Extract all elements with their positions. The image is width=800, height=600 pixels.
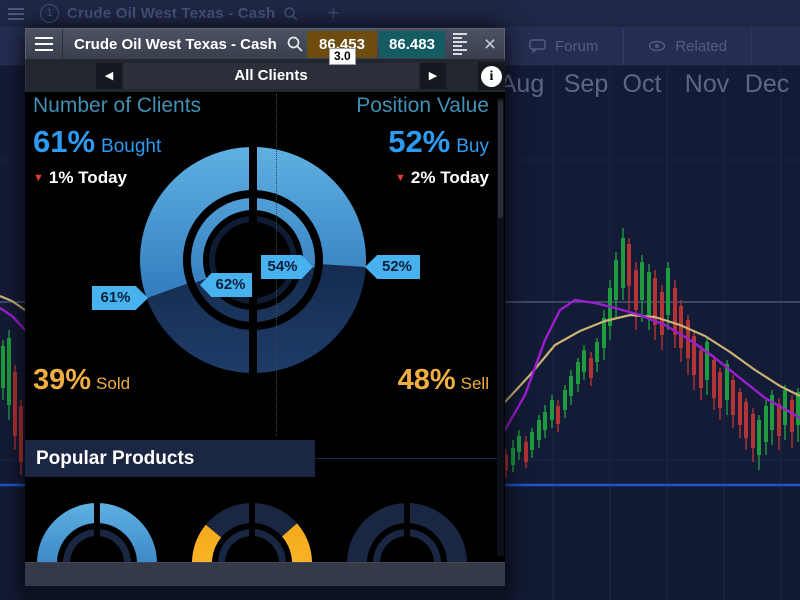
bought-change: ▼ 1% Today [33,168,127,188]
bought-label: Bought [101,136,161,157]
sentiment-donut-chart [25,92,505,562]
speech-bubble-icon [529,39,546,53]
sell-label: Sell [461,374,489,393]
workspace-tab[interactable]: 1 Crude Oil West Texas - Cash [40,4,299,23]
buy-stat: 52% Buy [388,124,489,160]
bought-change-text: 1% Today [49,168,127,187]
down-triangle-icon: ▼ [33,172,44,184]
down-triangle-icon: ▼ [395,172,406,184]
month-label: Nov [685,70,729,99]
client-sentiment-window: Crude Oil West Texas - Cash 86.453 86.48… [25,28,505,600]
sentiment-panel: Number of Clients Position Value 61% Boug… [25,92,505,562]
sold-pct: 39% [33,364,91,396]
buy-change: ▼ 2% Today [395,168,489,188]
eye-icon [648,40,666,52]
window-header[interactable]: Crude Oil West Texas - Cash 86.453 86.48… [25,28,505,60]
scrollbar-thumb[interactable] [498,100,503,218]
workspace-tab-bar: 1 Crude Oil West Texas - Cash + [0,0,800,28]
prev-filter-button[interactable]: ◀ [96,63,122,89]
instrument-title: Crude Oil West Texas - Cash [74,36,277,53]
window-resize-bar[interactable] [25,562,505,586]
trading-platform-screen: 1 Crude Oil West Texas - Cash + Forum Re… [0,0,800,600]
bought-stat: 61% Bought [33,124,161,160]
spread-badge: 3.0 [329,48,356,65]
scrollbar[interactable] [497,98,504,556]
popular-products-header: Popular Products [25,440,315,477]
client-filter-bar: ◀ All Clients ▶ i [25,60,505,92]
buy-change-text: 2% Today [411,168,489,187]
related-tab[interactable]: Related [623,27,752,65]
right-section-heading: Position Value [356,94,489,118]
info-button[interactable]: i [478,62,505,90]
forum-label: Forum [555,38,598,55]
month-label: Dec [745,70,789,99]
sold-label: Sold [96,374,130,393]
close-icon[interactable]: × [477,29,503,61]
section-divider-line [315,458,498,459]
new-tab-button[interactable]: + [327,3,339,24]
info-icon: i [481,66,502,87]
month-label: Oct [623,70,662,99]
bought-pct: 61% [33,124,95,159]
sell-pct: 48% [398,364,456,396]
app-menu-icon[interactable] [8,8,24,20]
depth-ladder-icon[interactable] [453,33,469,55]
buy-price-button[interactable]: 86.483 [379,31,445,58]
buy-pct: 52% [388,124,450,159]
window-menu-icon[interactable] [26,29,63,59]
forum-tab[interactable]: Forum [504,27,623,65]
month-label: Aug [500,70,544,99]
tab-number-badge: 1 [40,4,59,23]
sell-stat: 48% Sell [398,364,489,397]
window-bottom-edge [25,586,505,600]
search-icon[interactable] [283,6,299,22]
buy-label: Buy [456,136,489,157]
related-label: Related [675,38,727,55]
tab-title: Crude Oil West Texas - Cash [67,5,275,22]
month-label: Sep [564,70,608,99]
left-section-heading: Number of Clients [33,94,201,118]
sold-stat: 39% Sold [33,364,130,397]
client-filter-value[interactable]: All Clients [123,63,419,89]
next-filter-button[interactable]: ▶ [420,63,446,89]
search-icon[interactable] [286,35,304,53]
